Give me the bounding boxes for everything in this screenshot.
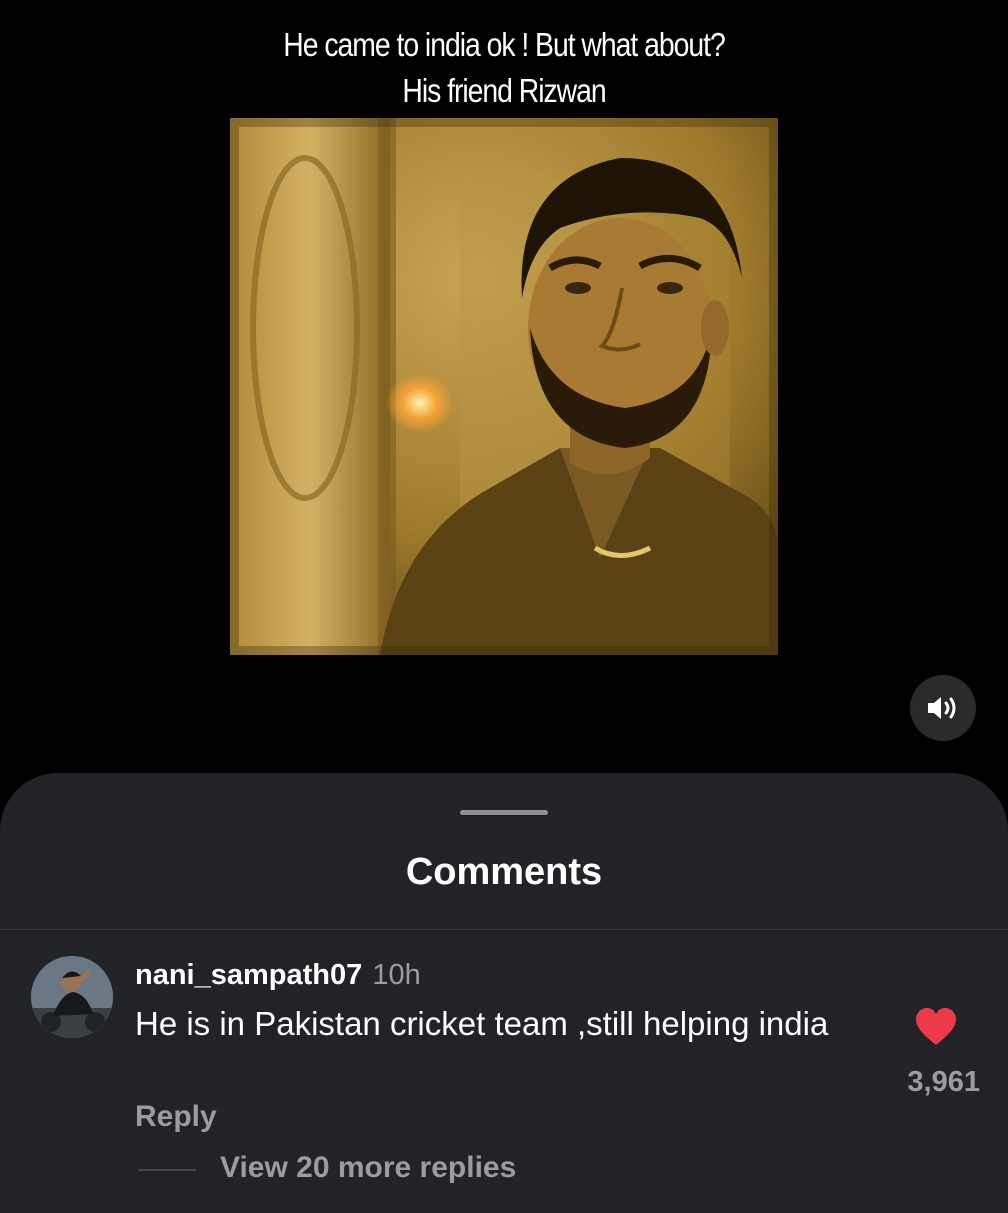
speaker-icon — [928, 697, 956, 719]
user-avatar-photo — [31, 956, 113, 1038]
video-frame[interactable] — [230, 118, 778, 655]
reply-button[interactable]: Reply — [135, 1100, 217, 1134]
like-button[interactable] — [914, 1007, 958, 1047]
comments-title: Comments — [405, 851, 603, 893]
caption-line-1: He came to india ok ! But what about? — [283, 26, 725, 63]
avatar[interactable] — [31, 956, 113, 1038]
heart-filled-icon — [916, 1008, 956, 1045]
comment-username[interactable]: nani_sampath07 — [135, 959, 362, 991]
header-divider — [0, 929, 1008, 930]
comment-text: He is in Pakistan cricket team ,still he… — [135, 1005, 829, 1042]
caption-line-2: His friend Rizwan — [402, 72, 606, 109]
video-frame-image — [230, 118, 778, 655]
comment-timestamp: 10h — [372, 959, 421, 991]
comment-meta: nani_sampath07 10h — [135, 957, 421, 993]
sheet-grabber-handle[interactable] — [460, 810, 548, 815]
comments-sheet: Comments nani_sampath07 10h He is in Pak… — [0, 773, 1008, 1213]
sound-toggle-button[interactable] — [910, 675, 976, 741]
replies-connector-line — [138, 1169, 196, 1171]
post-caption: He came to india ok ! But what about? Hi… — [71, 22, 938, 114]
like-count: 3,961 — [907, 1066, 980, 1098]
view-more-replies-button[interactable]: View 20 more replies — [220, 1151, 516, 1185]
